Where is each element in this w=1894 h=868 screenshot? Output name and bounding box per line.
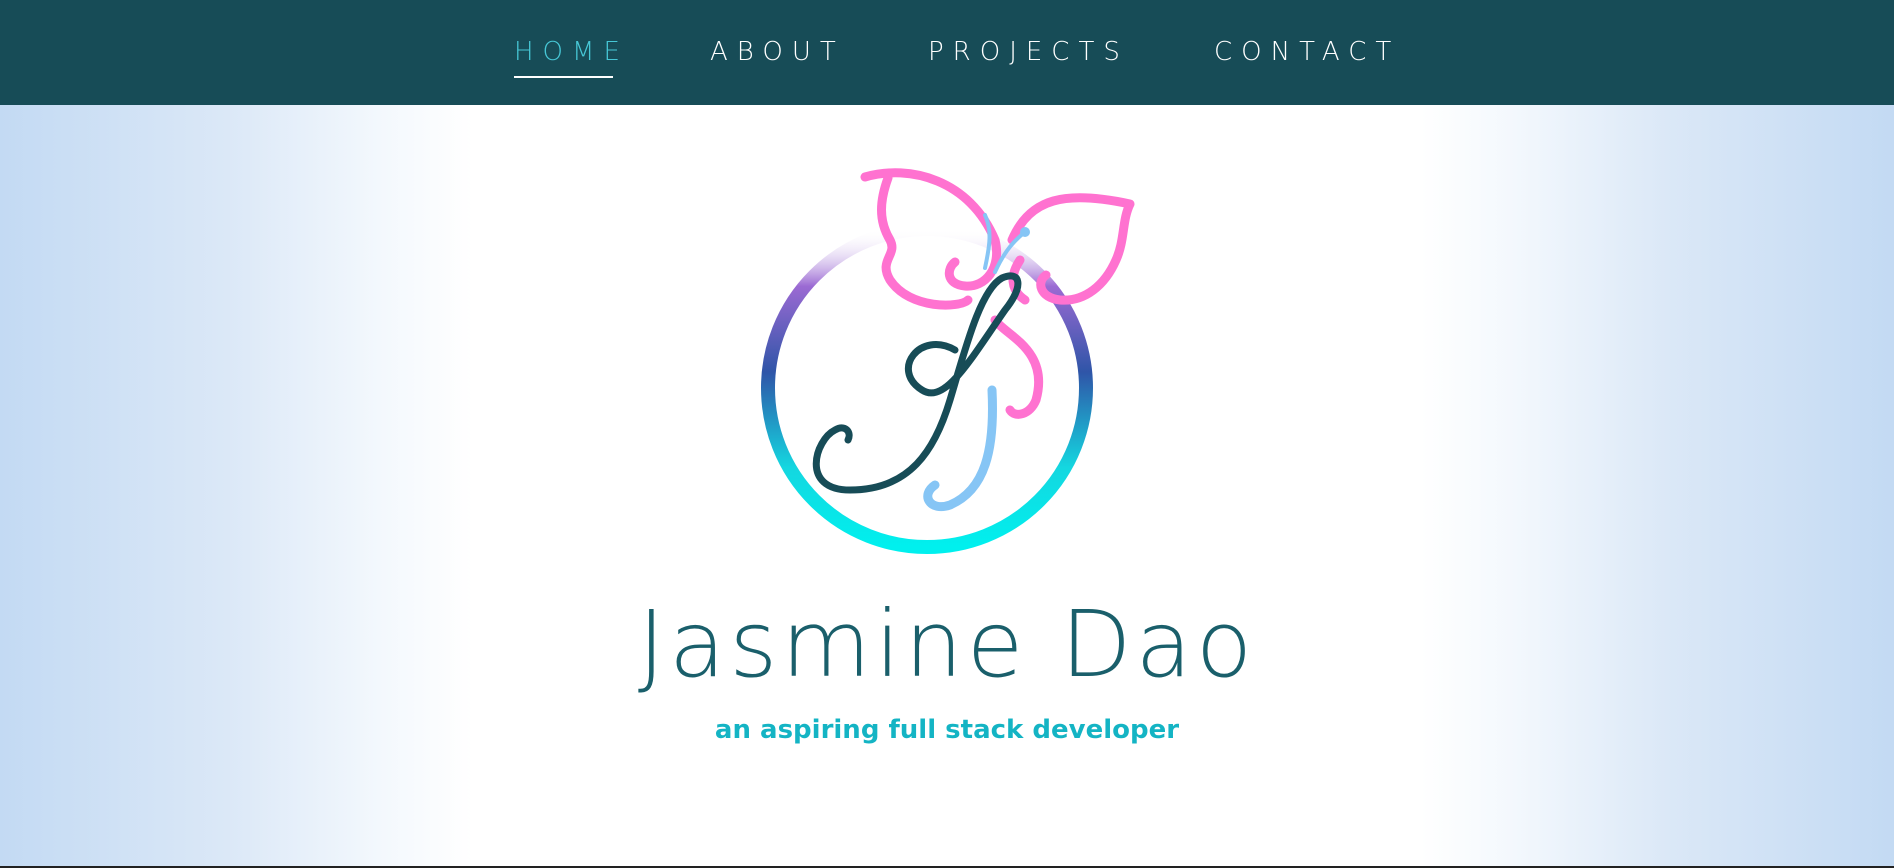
page-title: Jasmine Dao — [637, 591, 1257, 698]
antenna-tip — [1020, 227, 1030, 237]
nav-active-underline — [514, 76, 613, 78]
nav-contact-link[interactable]: CONTACT — [1214, 34, 1400, 70]
nav-home-link[interactable]: HOME — [514, 34, 629, 70]
logo — [740, 160, 1160, 570]
top-navbar: HOME ABOUT PROJECTS CONTACT — [0, 0, 1894, 105]
nav-about-link[interactable]: ABOUT — [710, 34, 845, 70]
nav-projects-link[interactable]: PROJECTS — [928, 34, 1129, 70]
tagline: an aspiring full stack developer — [714, 715, 1180, 745]
logo-graphic — [761, 168, 1135, 554]
logo-blue-swash — [923, 385, 997, 512]
